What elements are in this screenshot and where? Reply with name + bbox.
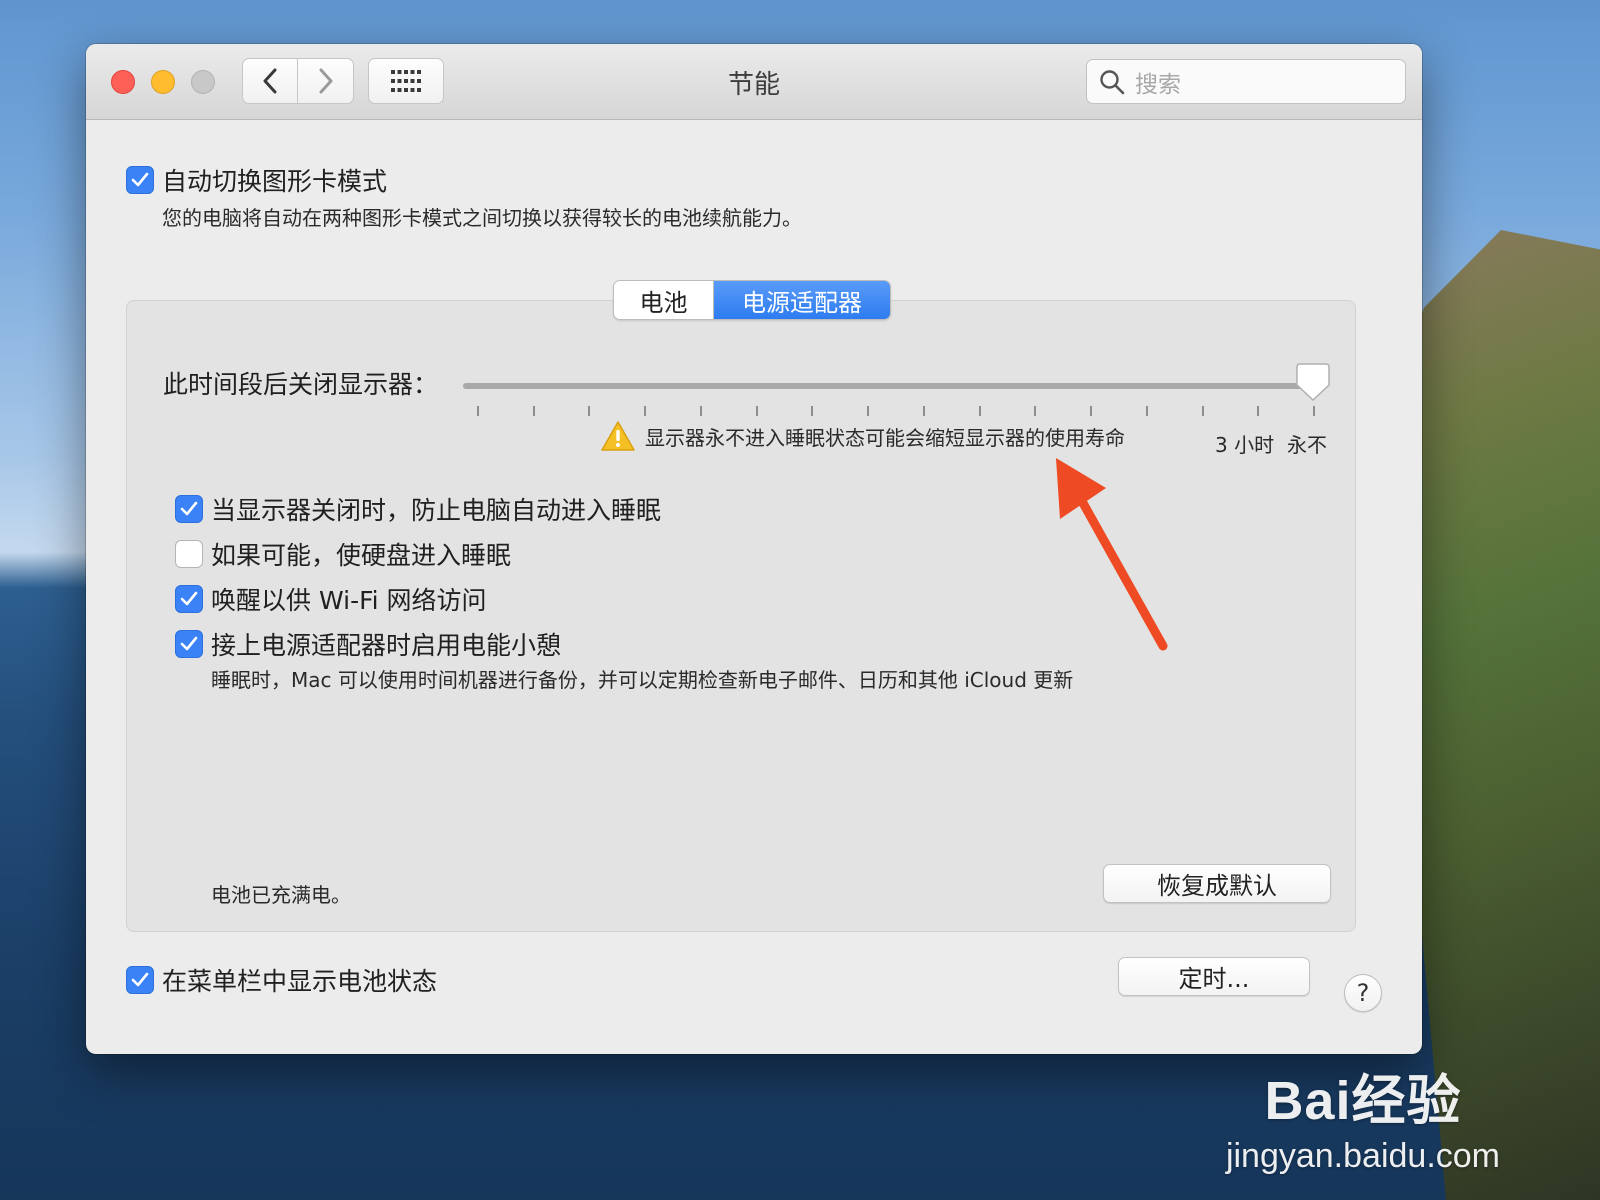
restore-defaults-button[interactable]: 恢复成默认 bbox=[1103, 864, 1331, 903]
baidu-watermark: Bai经验 jingyan.baidu.com bbox=[1226, 1056, 1500, 1176]
checkmark-icon bbox=[131, 172, 149, 187]
search-field[interactable]: 搜索 bbox=[1086, 59, 1406, 104]
tick-label-3-hours: 3 小时 bbox=[1215, 433, 1275, 457]
slider-tick bbox=[1090, 406, 1092, 416]
display-sleep-slider-track[interactable] bbox=[463, 383, 1315, 389]
hard-disk-sleep-label: 如果可能，使硬盘进入睡眠 bbox=[211, 541, 512, 570]
watermark-url: jingyan.baidu.com bbox=[1225, 1137, 1500, 1175]
help-button[interactable]: ? bbox=[1344, 974, 1382, 1012]
slider-tick bbox=[1202, 406, 1204, 416]
power-nap-label: 接上电源适配器时启用电能小憩 bbox=[211, 631, 562, 660]
option-row: 接上电源适配器时启用电能小憩 bbox=[175, 626, 561, 662]
graphics-switching-row: 自动切换图形卡模式 bbox=[126, 162, 387, 198]
checkmark-icon bbox=[180, 636, 198, 651]
slider-tick bbox=[533, 406, 535, 416]
option-row: 当显示器关闭时，防止电脑自动进入睡眠 bbox=[175, 491, 661, 527]
checkmark-icon bbox=[131, 972, 149, 987]
option-row: 唤醒以供 Wi-Fi 网络访问 bbox=[175, 581, 487, 617]
slider-tick bbox=[811, 406, 813, 416]
tab-battery[interactable]: 电池 bbox=[614, 281, 714, 319]
slider-tick bbox=[1034, 406, 1036, 416]
slider-tick bbox=[867, 406, 869, 416]
schedule-button[interactable]: 定时... bbox=[1118, 957, 1310, 996]
titlebar: 节能 搜索 bbox=[86, 44, 1422, 120]
display-warning-text: 显示器永不进入睡眠状态可能会缩短显示器的使用寿命 bbox=[645, 425, 1125, 450]
wake-wifi-label: 唤醒以供 Wi-Fi 网络访问 bbox=[211, 586, 487, 615]
tick-label-never: 永不 bbox=[1287, 433, 1327, 457]
display-sleep-slider-knob[interactable] bbox=[1296, 363, 1330, 401]
tab-power-adapter[interactable]: 电源适配器 bbox=[714, 281, 890, 319]
menu-bar-battery-checkbox[interactable] bbox=[126, 966, 154, 994]
watermark-logo: Bai经验 bbox=[1264, 1071, 1462, 1131]
slider-tick bbox=[756, 406, 758, 416]
graphics-switching-checkbox[interactable] bbox=[126, 166, 154, 194]
menu-bar-battery-row: 在菜单栏中显示电池状态 bbox=[126, 962, 437, 998]
checkmark-icon bbox=[180, 501, 198, 516]
slider-tick bbox=[979, 406, 981, 416]
option-row: 如果可能，使硬盘进入睡眠 bbox=[175, 536, 511, 572]
power-adapter-panel: 此时间段后关闭显示器： 显示器永不进入睡眠状态可能会缩短显示器的使用寿命 3 小… bbox=[126, 300, 1356, 932]
slider-tick bbox=[923, 406, 925, 416]
menu-bar-battery-label: 在菜单栏中显示电池状态 bbox=[162, 967, 438, 996]
prevent-sleep-label: 当显示器关闭时，防止电脑自动进入睡眠 bbox=[211, 496, 662, 525]
hard-disk-sleep-checkbox[interactable] bbox=[175, 540, 203, 568]
display-sleep-label: 此时间段后关闭显示器： bbox=[163, 370, 439, 399]
graphics-switching-label: 自动切换图形卡模式 bbox=[162, 167, 388, 196]
search-icon bbox=[1100, 69, 1125, 94]
warning-icon bbox=[601, 421, 635, 451]
slider-tick bbox=[1146, 406, 1148, 416]
slider-tick bbox=[644, 406, 646, 416]
search-placeholder: 搜索 bbox=[1135, 71, 1181, 98]
slider-tick bbox=[1257, 406, 1259, 416]
power-source-tabs: 电池 电源适配器 bbox=[613, 280, 891, 320]
power-nap-description: 睡眠时，Mac 可以使用时间机器进行备份，并可以定期检查新电子邮件、日历和其他 … bbox=[211, 668, 1074, 692]
display-warning: 显示器永不进入睡眠状态可能会缩短显示器的使用寿命 bbox=[601, 421, 1125, 451]
energy-saver-window: 节能 搜索 自动切换图形卡模式 您的电脑将自动在两种图形卡模式之间切换以获得较长… bbox=[86, 44, 1422, 1054]
wake-wifi-checkbox[interactable] bbox=[175, 585, 203, 613]
display-sleep-slider-fill bbox=[463, 383, 1315, 389]
slider-tick bbox=[477, 406, 479, 416]
prevent-sleep-checkbox[interactable] bbox=[175, 495, 203, 523]
slider-tick bbox=[1313, 406, 1315, 416]
slider-tick bbox=[588, 406, 590, 416]
slider-tick bbox=[700, 406, 702, 416]
battery-status: 电池已充满电。 bbox=[211, 883, 351, 907]
checkmark-icon bbox=[180, 591, 198, 606]
power-nap-checkbox[interactable] bbox=[175, 630, 203, 658]
graphics-switching-description: 您的电脑将自动在两种图形卡模式之间切换以获得较长的电池续航能力。 bbox=[162, 206, 802, 230]
